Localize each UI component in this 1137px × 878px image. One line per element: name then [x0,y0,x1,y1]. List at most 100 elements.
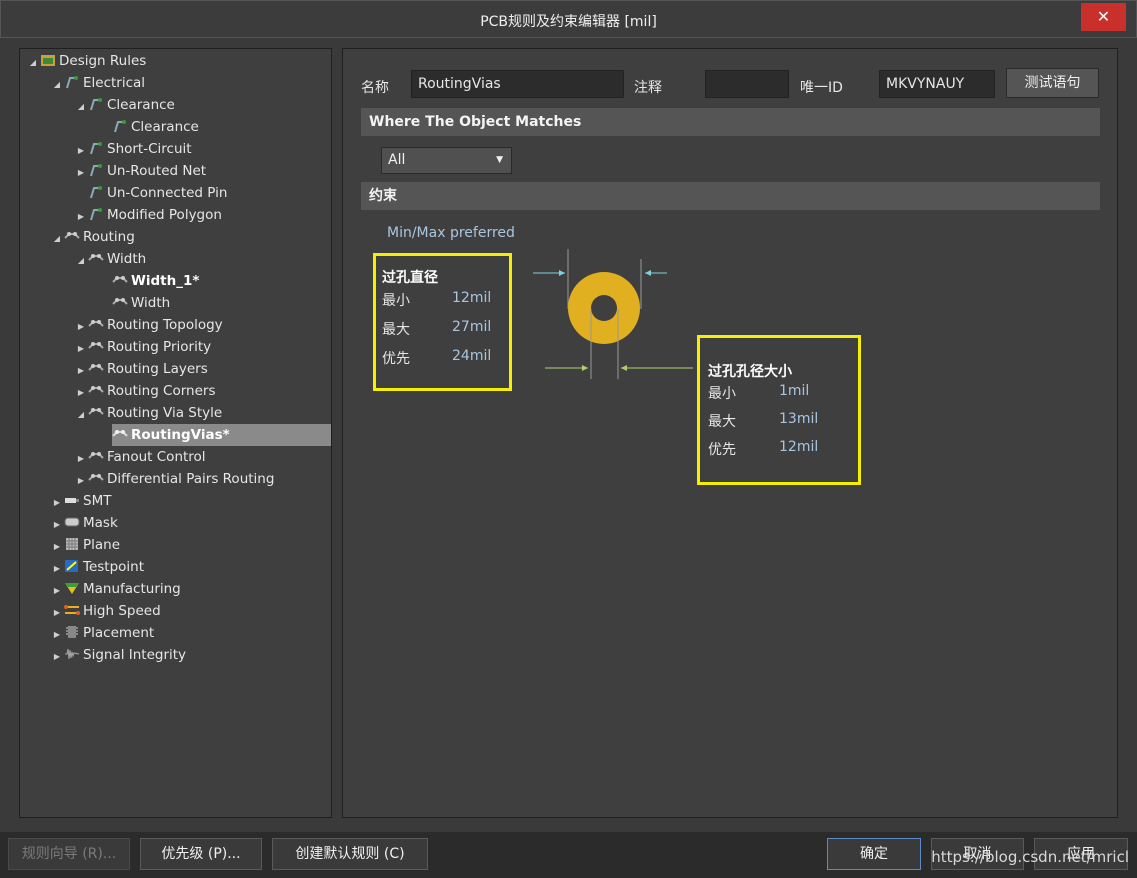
unique-id-field[interactable]: MKVYNAUY [879,70,995,98]
tree-item-label: Differential Pairs Routing [107,471,275,487]
collapsed-arrow-icon[interactable]: ▶ [74,382,88,404]
tree-item-label: High Speed [83,603,161,619]
collapsed-arrow-icon[interactable]: ▶ [74,162,88,184]
rules-tree[interactable]: ◢ Design Rules ◢ Electrical ◢ Clearance Cle… [19,48,332,818]
tree-item-width-rule[interactable]: Width [112,292,170,314]
tree-item-routing-topology[interactable]: ▶ Routing Topology [74,314,223,336]
collapsed-arrow-icon[interactable]: ▶ [50,602,64,624]
tree-item-label: Routing Priority [107,339,212,355]
collapsed-arrow-icon[interactable]: ▶ [74,338,88,360]
expanded-arrow-icon[interactable]: ◢ [74,404,88,426]
via-diameter-max-label: 最大 [382,322,410,338]
routing-icon [88,408,104,415]
collapsed-arrow-icon[interactable]: ▶ [74,140,88,162]
tree-item-label: RoutingVias* [131,427,230,443]
expanded-arrow-icon[interactable]: ◢ [26,52,40,74]
dropdown-value: All [388,152,406,168]
via-diameter-min-label: 最小 [382,293,410,309]
routing-icon [88,364,104,371]
collapsed-arrow-icon[interactable]: ▶ [50,624,64,646]
collapsed-arrow-icon[interactable]: ▶ [50,514,64,536]
testpoint-icon [65,560,78,572]
via-diameter-max-value[interactable]: 27mil [452,319,491,335]
tree-item-mask[interactable]: ▶ Mask [50,512,118,534]
expanded-arrow-icon[interactable]: ◢ [74,96,88,118]
collapsed-arrow-icon[interactable]: ▶ [50,558,64,580]
via-diameter-min-value[interactable]: 12mil [452,290,491,306]
via-diameter-pref-value[interactable]: 24mil [452,348,491,364]
hole-size-title: 过孔孔径大小 [708,364,792,380]
tree-item-manufacturing[interactable]: ▶ Manufacturing [50,578,181,600]
routing-icon [112,298,128,305]
name-field[interactable]: RoutingVias [411,70,624,98]
test-query-button[interactable]: 测试语句 [1006,68,1099,98]
tree-item-placement[interactable]: ▶ Placement [50,622,154,644]
routing-icon [88,320,104,327]
electrical-icon [90,98,102,111]
collapsed-arrow-icon[interactable]: ▶ [50,536,64,558]
high-speed-icon [64,605,80,615]
tree-item-routing-via-style[interactable]: ◢ Routing Via Style [74,402,222,424]
create-default-rules-button[interactable]: 创建默认规则 (C) [272,838,428,870]
hole-size-min-label: 最小 [708,386,736,402]
priority-button[interactable]: 优先级 (P)... [140,838,262,870]
collapsed-arrow-icon[interactable]: ▶ [74,360,88,382]
tree-item-label: Placement [83,625,155,641]
hole-size-max-value[interactable]: 13mil [779,411,818,427]
hole-size-max-label: 最大 [708,414,736,430]
tree-item-label: SMT [83,493,112,509]
expanded-arrow-icon[interactable]: ◢ [50,74,64,96]
expanded-arrow-icon[interactable]: ◢ [50,228,64,250]
tree-item-routingvias[interactable]: RoutingVias* [112,424,331,446]
tree-item-modified-polygon[interactable]: ▶ Modified Polygon [74,204,222,226]
tree-item-clearance-rule[interactable]: Clearance [112,116,199,138]
tree-item-design-rules[interactable]: ◢ Design Rules [26,50,146,72]
collapsed-arrow-icon[interactable]: ▶ [50,580,64,602]
tree-item-un-connected-pin[interactable]: Un-Connected Pin [88,182,227,204]
tree-item-plane[interactable]: ▶ Plane [50,534,120,556]
constraint-mode-label: Min/Max preferred [387,225,515,241]
tree-item-clearance-group[interactable]: ◢ Clearance [74,94,175,116]
tree-item-label: Width [131,295,171,311]
tree-item-electrical[interactable]: ◢ Electrical [50,72,145,94]
close-button[interactable]: ✕ [1081,3,1126,31]
tree-item-testpoint[interactable]: ▶ Testpoint [50,556,144,578]
routing-icon [88,474,104,481]
tree-item-width-group[interactable]: ◢ Width [74,248,146,270]
tree-item-label: Signal Integrity [83,647,187,663]
hole-size-pref-value[interactable]: 12mil [779,439,818,455]
collapsed-arrow-icon[interactable]: ▶ [50,492,64,514]
tree-item-signal-integrity[interactable]: ▶ Signal Integrity [50,644,186,666]
watermark-text: https://blog.csdn.net/mricl [931,848,1129,866]
unique-id-label: 唯一ID [800,80,843,96]
collapsed-arrow-icon[interactable]: ▶ [74,448,88,470]
chevron-down-icon: ▼ [496,155,503,165]
tree-item-fanout-control[interactable]: ▶ Fanout Control [74,446,206,468]
collapsed-arrow-icon[interactable]: ▶ [74,316,88,338]
tree-item-smt[interactable]: ▶ SMT [50,490,112,514]
electrical-icon [90,186,102,199]
tree-item-differential-pairs-routing[interactable]: ▶ Differential Pairs Routing [74,468,275,492]
plane-icon [66,538,78,550]
tree-item-high-speed[interactable]: ▶ High Speed [50,600,161,622]
tree-item-label: Routing Layers [107,361,208,377]
collapsed-arrow-icon[interactable]: ▶ [74,470,88,492]
tree-item-un-routed-net[interactable]: ▶ Un-Routed Net [74,160,206,182]
tree-item-short-circuit[interactable]: ▶ Short-Circuit [74,138,192,160]
tree-item-width-1[interactable]: Width_1* [112,270,199,292]
tree-item-routing[interactable]: ◢ Routing [50,226,135,248]
hole-size-min-value[interactable]: 1mil [779,383,809,399]
expanded-arrow-icon[interactable]: ◢ [74,250,88,272]
tree-item-routing-corners[interactable]: ▶ Routing Corners [74,380,216,402]
via-hole [591,295,617,321]
collapsed-arrow-icon[interactable]: ▶ [74,206,88,228]
tree-item-label: Routing [83,229,135,245]
collapsed-arrow-icon[interactable]: ▶ [50,646,64,668]
comment-field[interactable] [705,70,789,98]
tree-item-routing-layers[interactable]: ▶ Routing Layers [74,358,208,380]
ok-button[interactable]: 确定 [827,838,921,870]
constraint-section-header: 约束 [361,182,1100,210]
where-dropdown[interactable]: All ▼ [381,147,512,174]
tree-item-routing-priority[interactable]: ▶ Routing Priority [74,336,211,358]
rule-wizard-button[interactable]: 规则向导 (R)... [8,838,130,870]
